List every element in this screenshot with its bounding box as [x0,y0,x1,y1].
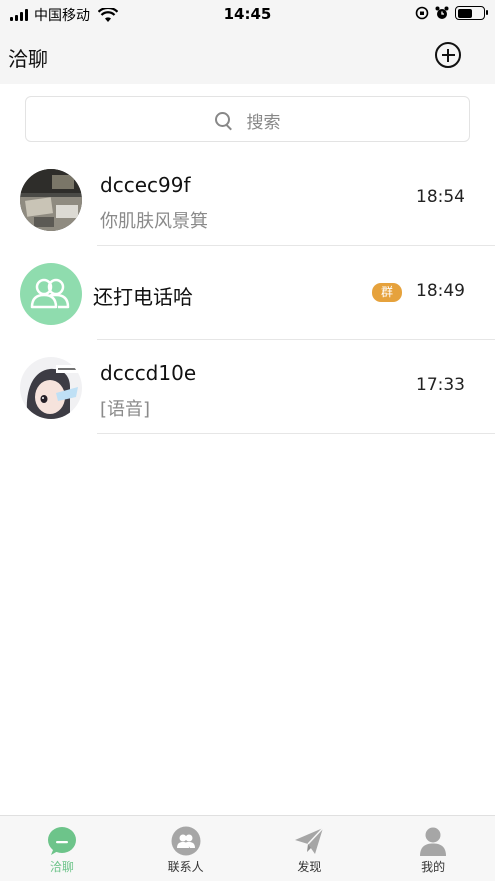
chat-preview: [语音] [100,399,151,420]
battery-icon [455,6,488,20]
search-placeholder: 搜索 [246,113,281,133]
chat-list-item[interactable]: 还打电话哈 群 18:49 [0,246,495,340]
tab-contacts[interactable]: 联系人 [124,816,248,881]
tab-me[interactable]: 我的 [371,816,495,881]
chat-time: 17:33 [416,375,465,395]
tab-label: 发现 [297,860,322,874]
chat-preview: 你肌肤风景箕 [100,211,208,232]
tab-discover[interactable]: 发现 [248,816,372,881]
chat-time: 18:54 [416,187,465,207]
tab-label: 洽聊 [49,860,74,874]
status-bar: 中国移动 14:45 [0,0,495,30]
group-avatar [20,263,82,325]
rotation-lock-icon [415,6,429,20]
tab-label: 我的 [421,860,446,874]
avatar [20,169,82,231]
contacts-icon [171,826,201,856]
tab-chats[interactable]: 洽聊 [0,816,124,881]
group-icon [30,278,70,309]
add-button[interactable] [435,42,461,68]
group-badge: 群 [372,283,402,302]
tab-label: 联系人 [167,860,204,874]
alarm-icon [435,6,449,19]
chat-bubble-icon [47,827,76,855]
chat-list-item[interactable]: dcccd10e [语音] 17:33 [0,340,495,434]
page-title: 洽聊 [8,47,48,71]
paper-plane-icon [295,827,324,854]
chat-name: dcccd10e [100,361,197,385]
status-right [415,6,488,20]
chat-name: dccec99f [100,173,191,197]
search-icon [214,111,233,130]
nav-bar: 洽聊 [0,30,495,84]
avatar [20,357,82,419]
chat-list-item[interactable]: dccec99f 你肌肤风景箕 18:54 [0,152,495,246]
chat-name: 还打电话哈 [93,285,193,309]
divider [97,433,495,434]
tab-bar: 洽聊 联系人 发现 我的 [0,815,495,881]
search-input[interactable]: 搜索 [25,96,470,142]
chat-time: 18:49 [416,281,465,301]
person-icon [420,827,447,856]
